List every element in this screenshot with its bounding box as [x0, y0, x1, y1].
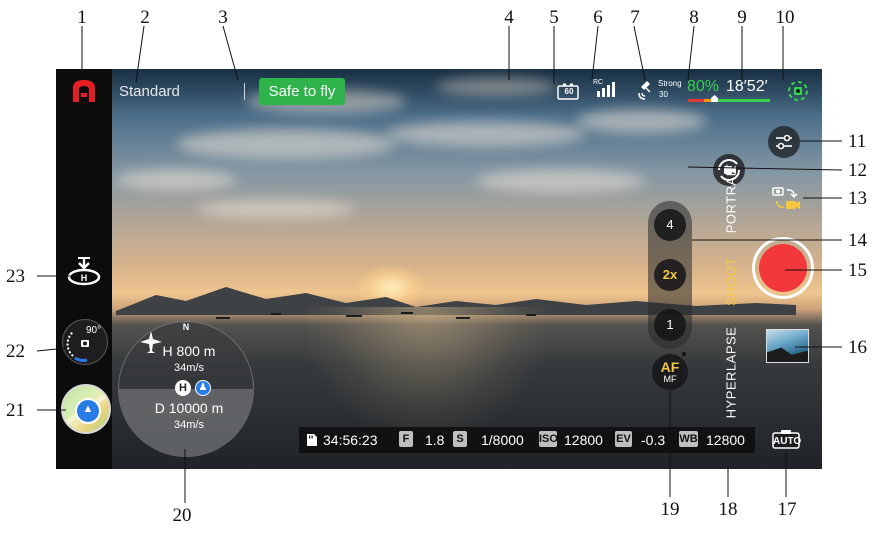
return-to-home-icon[interactable]: H — [66, 255, 102, 287]
shutter-record-button[interactable] — [752, 237, 814, 299]
callout-12: 12 — [848, 160, 867, 181]
shutter-tag: S — [453, 431, 467, 447]
callout-23: 23 — [6, 266, 25, 287]
vertical-speed-readout: 34m/s — [174, 362, 204, 374]
sea-glare — [306, 307, 546, 437]
callout-10: 10 — [775, 7, 795, 28]
iso-value: 12800 — [564, 432, 603, 448]
callout-21: 21 — [6, 400, 25, 421]
zoom-2x-button[interactable]: 2x — [654, 259, 686, 291]
gps-strength: Strong — [658, 79, 682, 88]
horizontal-speed-readout: 34m/s — [174, 419, 204, 431]
focus-indicator-dot — [682, 352, 686, 356]
remaining-flight-time: 18′52′ — [726, 78, 768, 95]
aircraft-location-icon: ▲ — [75, 398, 101, 424]
cloud — [196, 199, 356, 219]
iso-tag: ISO — [539, 431, 558, 447]
callout-5: 5 — [549, 7, 559, 28]
focus-mf-label: MF — [663, 374, 677, 384]
exposure-mode-label: AUTO — [773, 436, 802, 447]
divider — [244, 83, 245, 100]
sd-card-icon — [307, 434, 317, 446]
ship — [401, 312, 413, 314]
svg-text:H: H — [81, 273, 88, 283]
height-readout: H 800 m — [162, 343, 216, 359]
callout-8: 8 — [689, 7, 699, 28]
flight-status-badge[interactable]: Safe to fly — [259, 78, 345, 105]
sliders-icon — [776, 134, 792, 150]
zoom-1x-button[interactable]: 1 — [654, 309, 686, 341]
battery-critical-segment — [688, 99, 704, 102]
distance-readout: D 10000 m — [154, 400, 224, 416]
callout-7: 7 — [630, 7, 640, 28]
vision-system-icon[interactable] — [786, 79, 810, 103]
mini-map[interactable]: ▲ — [61, 384, 111, 434]
cloud — [476, 169, 646, 193]
cloud — [386, 121, 586, 147]
ship — [346, 315, 362, 317]
camera-parameters-bar[interactable]: 34:56:23 F 1.8 S 1/8000 ISO 12800 EV -0.… — [299, 427, 755, 453]
zoom-selector: 4 2x 1 — [648, 201, 692, 349]
cloud — [116, 169, 236, 191]
callout-6: 6 — [593, 7, 603, 28]
exposure-compensation-value: -0.3 — [641, 432, 666, 448]
callout-9: 9 — [737, 7, 747, 28]
ship — [526, 314, 536, 316]
aperture-value: 1.8 — [425, 432, 445, 448]
camera-settings-button[interactable] — [768, 126, 800, 158]
shooting-mode-wheel: PORTRAIT SHOOT HYPERLAPSE — [716, 133, 748, 453]
zoom-4x-button[interactable]: 4 — [654, 209, 686, 241]
thumbnail-image — [767, 347, 808, 362]
gps-satellite-count: 30 — [659, 90, 668, 99]
home-return-marker-icon — [711, 95, 718, 102]
gimbal-angle: 90° — [86, 325, 102, 336]
callout-14: 14 — [848, 230, 867, 251]
aircraft-battery-level: 60 — [564, 87, 574, 96]
callout-22: 22 — [6, 341, 25, 362]
playback-thumbnail[interactable] — [766, 329, 809, 363]
flight-mode-label[interactable]: Standard — [119, 83, 180, 100]
callout-2: 2 — [140, 7, 150, 28]
gimbal-pitch-indicator[interactable]: 90° — [62, 319, 108, 365]
white-balance-value: 12800 — [706, 432, 745, 448]
left-sidebar: H 90° ▲ — [56, 69, 112, 469]
white-balance-tag: WB — [679, 431, 698, 447]
callout-4: 4 — [504, 7, 514, 28]
north-indicator: N — [182, 322, 190, 332]
ship — [456, 317, 470, 319]
callout-20: 20 — [172, 505, 192, 526]
callout-16: 16 — [848, 337, 867, 358]
callout-17: 17 — [777, 499, 797, 520]
app-logo-icon[interactable] — [70, 78, 98, 104]
photo-video-toggle-icon[interactable] — [770, 185, 802, 213]
pilot-location-icon: ♟ — [195, 380, 211, 396]
aircraft-heading-dot — [147, 326, 151, 330]
aperture-tag: F — [399, 431, 413, 447]
callout-13: 13 — [848, 188, 867, 209]
focus-mode-button[interactable]: AF MF — [652, 354, 688, 390]
callout-3: 3 — [218, 7, 228, 28]
top-status-bar: Standard Safe to fly 60 RC Strong 30 80% — [112, 69, 822, 115]
shutter-record-core — [759, 244, 807, 292]
callout-1: 1 — [77, 7, 87, 28]
focus-af-label: AF — [660, 359, 680, 375]
rc-signal-icon — [597, 82, 615, 97]
ship — [216, 317, 230, 319]
shutter-speed-value: 1/8000 — [481, 432, 524, 448]
callout-11: 11 — [848, 131, 867, 152]
storage-remaining-time: 34:56:23 — [323, 432, 378, 448]
ev-tag: EV — [615, 431, 632, 447]
callout-18: 18 — [718, 499, 738, 520]
battery-percentage: 80% — [687, 78, 720, 95]
camera-view-screen: H 90° ▲ Standard Safe to fly 60 RC Stron… — [56, 69, 822, 469]
mode-hyperlapse[interactable]: HYPERLAPSE — [724, 318, 739, 428]
callout-15: 15 — [848, 260, 867, 281]
callout-19: 19 — [660, 499, 680, 520]
home-point-icon: H — [175, 380, 191, 396]
cloud — [176, 129, 396, 159]
ship — [271, 313, 281, 315]
gps-satellite-icon — [638, 81, 651, 100]
navigation-display[interactable]: N H 800 m 34m/s H ♟ D 10000 m 34m/s — [118, 321, 254, 457]
